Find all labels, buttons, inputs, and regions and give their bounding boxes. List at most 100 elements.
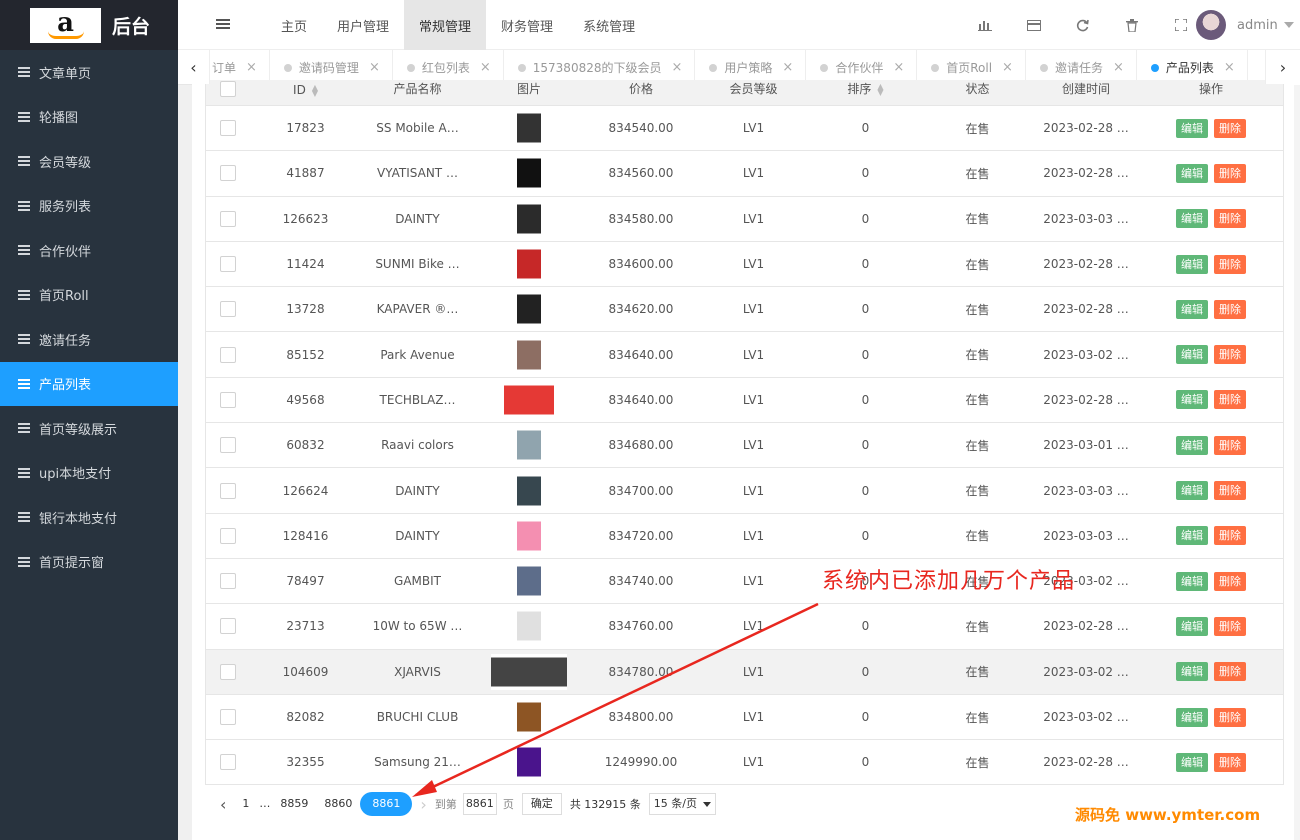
menu-fold-icon[interactable]	[216, 17, 230, 31]
row-checkbox[interactable]	[220, 573, 236, 590]
row-checkbox[interactable]	[220, 527, 236, 544]
delete-button[interactable]: 删除	[1214, 209, 1246, 229]
row-checkbox[interactable]	[220, 301, 236, 318]
close-icon[interactable]: ×	[1113, 60, 1124, 75]
table-row[interactable]: 60832 Raavi colors 834680.00 LV1 0 在售 2023-03-…	[206, 422, 1283, 469]
sidebar-item[interactable]: 银行本地支付	[0, 495, 178, 540]
row-checkbox[interactable]	[220, 120, 236, 137]
product-thumbnail[interactable]	[517, 336, 541, 373]
nav-item[interactable]: 系统管理	[568, 0, 650, 50]
sidebar-item[interactable]: 合作伙伴	[0, 228, 178, 273]
close-icon[interactable]: ×	[1224, 60, 1235, 75]
trash-icon[interactable]	[1107, 18, 1156, 32]
prev-page-icon[interactable]: ‹	[212, 795, 234, 814]
close-icon[interactable]: ×	[480, 60, 491, 75]
card-icon[interactable]	[1009, 19, 1058, 31]
delete-button[interactable]: 删除	[1214, 254, 1246, 274]
sidebar-item[interactable]: upi本地支付	[0, 451, 178, 496]
page-link[interactable]: 8860	[316, 792, 360, 816]
select-all-checkbox[interactable]	[220, 81, 236, 97]
table-row[interactable]: 23713 10W to 65W … 834760.00 LV1 0 在售 2023-02-…	[206, 603, 1283, 650]
edit-button[interactable]: 编辑	[1176, 345, 1208, 365]
nav-item[interactable]: 主页	[266, 0, 322, 50]
next-page-icon[interactable]: ›	[412, 795, 434, 814]
page-link[interactable]: 8859	[272, 792, 316, 816]
scrollbar[interactable]	[1294, 85, 1300, 840]
delete-button[interactable]: 删除	[1214, 571, 1246, 591]
edit-button[interactable]: 编辑	[1176, 707, 1208, 727]
edit-button[interactable]: 编辑	[1176, 390, 1208, 410]
edit-button[interactable]: 编辑	[1176, 299, 1208, 319]
sidebar-item[interactable]: 文章单页	[0, 50, 178, 95]
row-checkbox[interactable]	[220, 663, 236, 680]
edit-button[interactable]: 编辑	[1176, 662, 1208, 682]
close-icon[interactable]: ×	[671, 60, 682, 75]
tabs-scroll-right-icon[interactable]: ›	[1265, 50, 1300, 84]
edit-button[interactable]: 编辑	[1176, 752, 1208, 772]
sidebar-item[interactable]: 产品列表	[0, 361, 178, 406]
sidebar-item[interactable]: 首页等级展示	[0, 406, 178, 451]
edit-button[interactable]: 编辑	[1176, 254, 1208, 274]
product-thumbnail[interactable]	[517, 472, 541, 509]
close-icon[interactable]: ×	[893, 60, 904, 75]
delete-button[interactable]: 删除	[1214, 752, 1246, 772]
table-row[interactable]: 128416 DAINTY 834720.00 LV1 0 在售 2023-03-03 … 编…	[206, 513, 1283, 559]
product-thumbnail[interactable]	[517, 246, 541, 283]
product-thumbnail[interactable]	[517, 517, 541, 554]
delete-button[interactable]: 删除	[1214, 435, 1246, 455]
edit-button[interactable]: 编辑	[1176, 163, 1208, 183]
per-page-select[interactable]: 15 条/页	[648, 793, 716, 815]
product-thumbnail[interactable]	[491, 653, 567, 690]
table-row[interactable]: 49568 TECHBLAZ… 834640.00 LV1 0 在售 2023-02-28 …	[206, 377, 1283, 424]
nav-item[interactable]: 常规管理	[404, 0, 487, 50]
product-thumbnail[interactable]	[504, 381, 554, 418]
product-thumbnail[interactable]	[517, 744, 541, 781]
table-row[interactable]: 82082 BRUCHI CLUB 834800.00 LV1 0 在售 2023-03-0…	[206, 694, 1283, 741]
goto-confirm-button[interactable]: 确定	[521, 793, 562, 815]
close-icon[interactable]: ×	[1002, 60, 1013, 75]
row-checkbox[interactable]	[220, 256, 236, 273]
goto-page-input[interactable]: 8861	[462, 793, 497, 815]
product-thumbnail[interactable]	[517, 608, 541, 645]
product-thumbnail[interactable]	[517, 110, 541, 147]
row-checkbox[interactable]	[220, 482, 236, 499]
sort-icon[interactable]: ▲ ▼	[877, 82, 883, 96]
sidebar-item[interactable]: 服务列表	[0, 184, 178, 229]
table-row[interactable]: 104609 XJARVIS 834780.00 LV1 0 在售 2023-03-02 ……	[206, 649, 1283, 695]
delete-button[interactable]: 删除	[1214, 390, 1246, 410]
edit-button[interactable]: 编辑	[1176, 571, 1208, 591]
chart-icon[interactable]	[960, 19, 1009, 31]
product-thumbnail[interactable]	[517, 155, 541, 192]
row-checkbox[interactable]	[220, 618, 236, 635]
table-row[interactable]: 32355 Samsung 21… 1249990.00 LV1 0 在售 2023-02-…	[206, 739, 1283, 786]
table-row[interactable]: 126623 DAINTY 834580.00 LV1 0 在售 2023-03-03 … 编…	[206, 196, 1283, 242]
delete-button[interactable]: 删除	[1214, 526, 1246, 546]
table-row[interactable]: 13728 KAPAVER ®… 834620.00 LV1 0 在售 2023-02-28…	[206, 286, 1283, 333]
table-row[interactable]: 41887 VYATISANT … 834560.00 LV1 0 在售 2023-02-2…	[206, 150, 1283, 197]
col-sort[interactable]: 排序 ▲ ▼	[809, 80, 922, 106]
close-icon[interactable]: ×	[246, 60, 257, 75]
edit-button[interactable]: 编辑	[1176, 435, 1208, 455]
sidebar-item[interactable]: 首页提示窗	[0, 540, 178, 585]
row-checkbox[interactable]	[220, 210, 236, 227]
table-row[interactable]: 11424 SUNMI Bike … 834600.00 LV1 0 在售 2023-02-…	[206, 241, 1283, 288]
close-icon[interactable]: ×	[782, 60, 793, 75]
table-row[interactable]: 78497 GAMBIT 834740.00 LV1 0 在售 2023-03-02 … 编辑…	[206, 558, 1283, 605]
sidebar-item[interactable]: 邀请任务	[0, 317, 178, 362]
tabs-scroll-left-icon[interactable]: ‹	[178, 50, 210, 84]
delete-button[interactable]: 删除	[1214, 707, 1246, 727]
edit-button[interactable]: 编辑	[1176, 118, 1208, 138]
sidebar-item[interactable]: 轮播图	[0, 95, 178, 140]
row-checkbox[interactable]	[220, 391, 236, 408]
delete-button[interactable]: 删除	[1214, 163, 1246, 183]
table-row[interactable]: 126624 DAINTY 834700.00 LV1 0 在售 2023-03-03 … 编…	[206, 467, 1283, 514]
delete-button[interactable]: 删除	[1214, 345, 1246, 365]
edit-button[interactable]: 编辑	[1176, 616, 1208, 636]
delete-button[interactable]: 删除	[1214, 118, 1246, 138]
delete-button[interactable]: 删除	[1214, 616, 1246, 636]
refresh-icon[interactable]	[1058, 19, 1107, 32]
row-checkbox[interactable]	[220, 754, 236, 771]
product-thumbnail[interactable]	[517, 200, 541, 237]
page-first[interactable]: 1	[234, 792, 257, 816]
row-checkbox[interactable]	[220, 437, 236, 454]
